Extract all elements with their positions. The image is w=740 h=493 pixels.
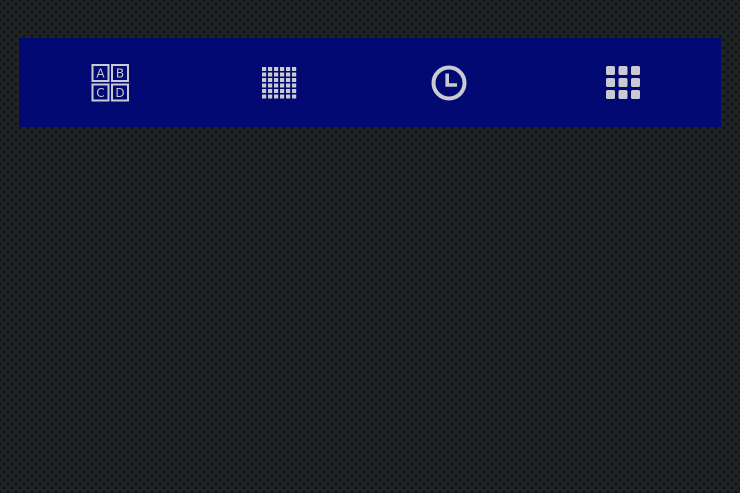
grid-cell bbox=[280, 77, 285, 82]
grid-cell bbox=[274, 88, 279, 93]
apps-cell bbox=[618, 77, 628, 87]
grid-cell bbox=[292, 94, 297, 98]
letter-c: C bbox=[96, 86, 104, 100]
apps-cell bbox=[631, 89, 640, 99]
clock-button[interactable] bbox=[409, 38, 489, 127]
grid-cell bbox=[286, 77, 291, 82]
grid-cell bbox=[262, 88, 267, 93]
grid-cell bbox=[262, 77, 267, 82]
grid-cell bbox=[286, 83, 291, 87]
grid-cell bbox=[262, 94, 267, 98]
apps-cell bbox=[618, 65, 628, 75]
grid-cell bbox=[274, 66, 279, 71]
apps-cell bbox=[618, 89, 628, 99]
grid-cell bbox=[280, 88, 285, 93]
letter-d: D bbox=[115, 86, 124, 100]
grid-cell bbox=[292, 83, 297, 87]
apps-cell bbox=[631, 65, 640, 75]
grid-cell bbox=[274, 94, 279, 98]
apps-grid-button[interactable] bbox=[583, 38, 663, 127]
grid-cell bbox=[292, 72, 297, 76]
grid-cell bbox=[268, 88, 273, 93]
grid-cell bbox=[268, 77, 273, 82]
grid-cell bbox=[274, 77, 279, 82]
abcd-choice-icon: A B C D bbox=[91, 63, 129, 101]
letter-b: B bbox=[116, 66, 124, 80]
clock-icon bbox=[431, 65, 467, 100]
grid-cell bbox=[268, 83, 273, 87]
grid-cell bbox=[268, 94, 273, 98]
dense-grid-button[interactable] bbox=[240, 38, 320, 127]
grid-cell bbox=[280, 72, 285, 76]
grid-cell bbox=[286, 88, 291, 93]
letter-a: A bbox=[96, 66, 105, 80]
grid-cell bbox=[292, 66, 297, 71]
apps-cell bbox=[606, 89, 615, 99]
grid-cell bbox=[280, 94, 285, 98]
grid-cell bbox=[274, 72, 279, 76]
abcd-choice-button[interactable]: A B C D bbox=[71, 38, 151, 127]
grid-cell bbox=[262, 83, 267, 87]
grid-cell bbox=[262, 66, 267, 71]
dense-grid-icon bbox=[262, 66, 297, 98]
grid-cell bbox=[280, 66, 285, 71]
grid-cell bbox=[286, 72, 291, 76]
grid-cell bbox=[286, 94, 291, 98]
grid-cell bbox=[262, 72, 267, 76]
grid-cell bbox=[286, 66, 291, 71]
top-toolbar: A B C D bbox=[19, 38, 721, 127]
apps-grid-icon bbox=[606, 65, 640, 99]
apps-cell bbox=[631, 77, 640, 87]
grid-cell bbox=[292, 88, 297, 93]
grid-cell bbox=[280, 83, 285, 87]
grid-cell bbox=[268, 66, 273, 71]
apps-cell bbox=[606, 65, 615, 75]
grid-cell bbox=[268, 72, 273, 76]
grid-cell bbox=[274, 83, 279, 87]
apps-cell bbox=[606, 77, 615, 87]
grid-cell bbox=[292, 77, 297, 82]
